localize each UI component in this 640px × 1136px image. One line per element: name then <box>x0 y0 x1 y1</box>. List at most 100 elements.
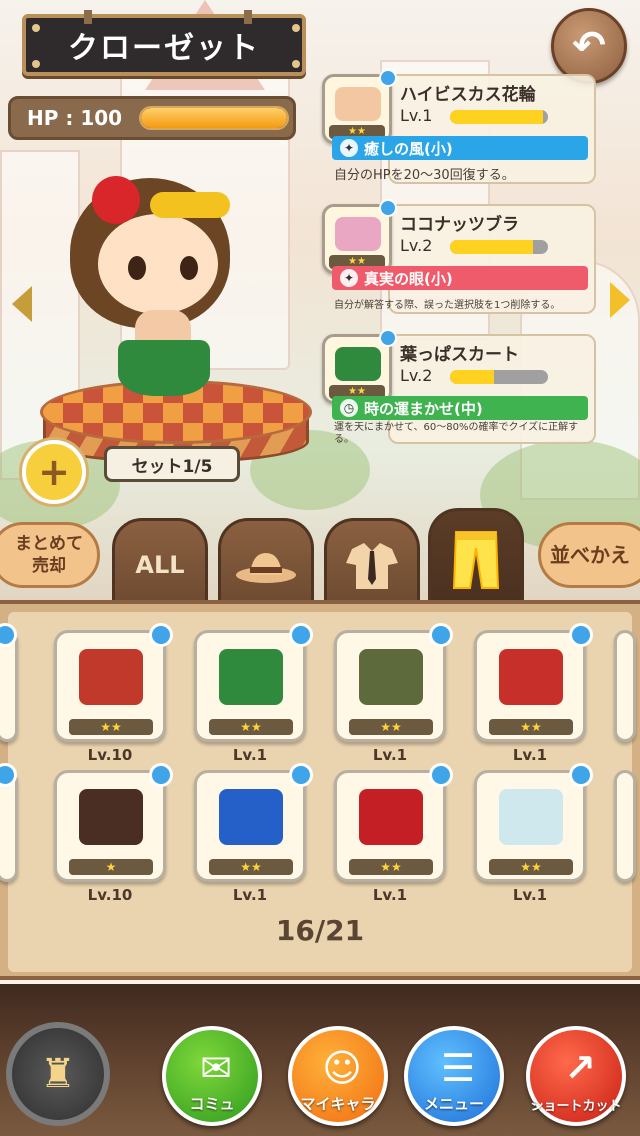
item-art-icon <box>499 789 563 845</box>
tab-all-label: ALL <box>135 550 185 579</box>
inventory-slot[interactable]: ★★ <box>334 623 453 742</box>
pin-icon <box>379 199 397 217</box>
slot-stars: ★★ <box>349 719 433 735</box>
bulk-sell-button[interactable]: まとめて売却 <box>0 522 100 588</box>
skill-description: 自分のHPを20〜30回復する。 <box>334 168 515 183</box>
item-art-icon <box>219 649 283 705</box>
slot-level: Lv.1 <box>512 746 548 764</box>
slot-level: Lv.1 <box>512 886 548 904</box>
level-bar-fill <box>450 370 495 384</box>
inventory-slot-partial[interactable] <box>0 763 18 882</box>
item-level: Lv.2 <box>400 236 433 255</box>
hat-icon <box>236 552 296 583</box>
item-thumbnail[interactable]: ★★ <box>322 69 397 144</box>
item-art-icon <box>359 649 423 705</box>
inventory-slot[interactable]: ★★ <box>194 623 313 742</box>
leaf-skirt-icon <box>335 347 381 381</box>
pin-icon <box>429 623 453 647</box>
skill-icon: ✦ <box>340 269 358 287</box>
slot-level: Lv.1 <box>232 746 268 764</box>
inventory-slot-partial[interactable] <box>614 630 636 742</box>
skill-description: 自分が解答する際、誤った選択肢を1つ削除する。 <box>334 300 561 311</box>
tab-shirt[interactable] <box>324 518 420 608</box>
flower-wreath-icon <box>335 87 381 121</box>
slot-level: Lv.10 <box>87 746 133 764</box>
my-character-button[interactable]: ☺ マイキャラ <box>288 1026 388 1126</box>
inventory-slot-partial[interactable] <box>0 623 18 742</box>
item-thumbnail[interactable]: ★★ <box>322 329 397 404</box>
item-name: ココナッツブラ <box>400 215 519 235</box>
hp-bar <box>139 106 289 130</box>
item-art-icon <box>219 789 283 845</box>
item-thumbnail[interactable]: ★★ <box>322 199 397 274</box>
back-arrow-icon: ↶ <box>572 23 606 69</box>
inventory-slot-partial[interactable] <box>614 770 636 882</box>
character-face <box>98 214 218 314</box>
flower-crown-icon <box>150 192 230 218</box>
home-button[interactable]: ♜ <box>6 1022 110 1126</box>
slot-stars: ★★ <box>489 719 573 735</box>
shortcut-label: ショートカット <box>530 1099 622 1114</box>
pin-icon <box>289 763 313 787</box>
tab-all[interactable]: ALL <box>112 518 208 608</box>
add-set-button[interactable]: + <box>22 440 86 504</box>
shortcut-button[interactable]: ↗ ショートカット <box>526 1026 626 1126</box>
pin-icon <box>289 623 313 647</box>
my-character-label: マイキャラ <box>300 1095 376 1113</box>
skill-icon: ✦ <box>340 139 358 157</box>
skill-bar: ✦ 癒しの風(小) <box>332 136 588 160</box>
character-eye <box>128 256 146 280</box>
back-button[interactable]: ↶ <box>551 8 627 84</box>
next-set-arrow-icon[interactable] <box>610 282 630 318</box>
rivet <box>32 24 40 32</box>
item-art-icon <box>499 649 563 705</box>
inventory-slot[interactable]: ★★ <box>54 623 173 742</box>
title-plate: クローゼット <box>22 10 306 76</box>
skill-name: 癒しの風(小) <box>364 139 453 158</box>
slot-stars: ★★ <box>69 719 153 735</box>
skill-name: 真実の眼(小) <box>364 269 453 288</box>
tab-hat[interactable] <box>218 518 314 608</box>
slot-level: Lv.1 <box>232 886 268 904</box>
menu-button[interactable]: ☰ メニュー <box>404 1026 504 1126</box>
inventory-slot[interactable]: ★ <box>54 763 173 882</box>
previous-set-arrow-icon[interactable] <box>12 286 32 322</box>
shortcut-arrow-icon: ↗ <box>564 1046 596 1090</box>
hp-gauge: HP : 100 <box>8 96 296 140</box>
inventory-count: 16/21 <box>275 914 365 947</box>
menu-label: メニュー <box>423 1095 484 1113</box>
item-art-icon <box>79 649 143 705</box>
item-level: Lv.1 <box>400 106 433 125</box>
level-bar <box>450 240 548 254</box>
skill-description: 運を天にまかせて、60〜80%の確率でクイズに正解する。 <box>334 422 579 445</box>
inventory-slot[interactable]: ★★ <box>474 763 593 882</box>
slot-stars: ★★ <box>209 719 293 735</box>
hp-label: HP : 100 <box>27 106 123 130</box>
set-label[interactable]: セット1/5 <box>104 446 240 482</box>
hanger <box>84 10 92 24</box>
pin-icon <box>0 763 17 787</box>
hibiscus-flower-icon <box>92 176 140 224</box>
item-art-icon <box>359 789 423 845</box>
inventory-slot[interactable]: ★★ <box>474 623 593 742</box>
skill-bar: ◷ 時の運まかせ(中) <box>332 396 588 420</box>
sort-button[interactable]: 並べかえ <box>538 522 640 588</box>
menu-icon: ☰ <box>440 1046 476 1090</box>
inventory-slot[interactable]: ★★ <box>194 763 313 882</box>
pin-icon <box>149 623 173 647</box>
category-tab-row: まとめて売却 ALL 並べかえ <box>0 500 640 608</box>
item-name: 葉っぱスカート <box>400 345 519 365</box>
slot-level: Lv.1 <box>372 746 408 764</box>
slot-stars: ★★ <box>209 859 293 875</box>
castle-icon: ♜ <box>40 1051 76 1097</box>
slot-stars: ★★ <box>489 859 573 875</box>
gift-mail-icon: ✉ <box>200 1046 232 1090</box>
coconut-bra-icon <box>335 217 381 251</box>
rivet <box>32 60 40 68</box>
level-bar-fill <box>450 240 534 254</box>
community-button[interactable]: ✉ コミュ <box>162 1026 262 1126</box>
inventory-slot[interactable]: ★★ <box>334 763 453 882</box>
character-leaf-skirt <box>118 340 210 396</box>
item-level: Lv.2 <box>400 366 433 385</box>
tab-pants[interactable] <box>428 508 524 608</box>
